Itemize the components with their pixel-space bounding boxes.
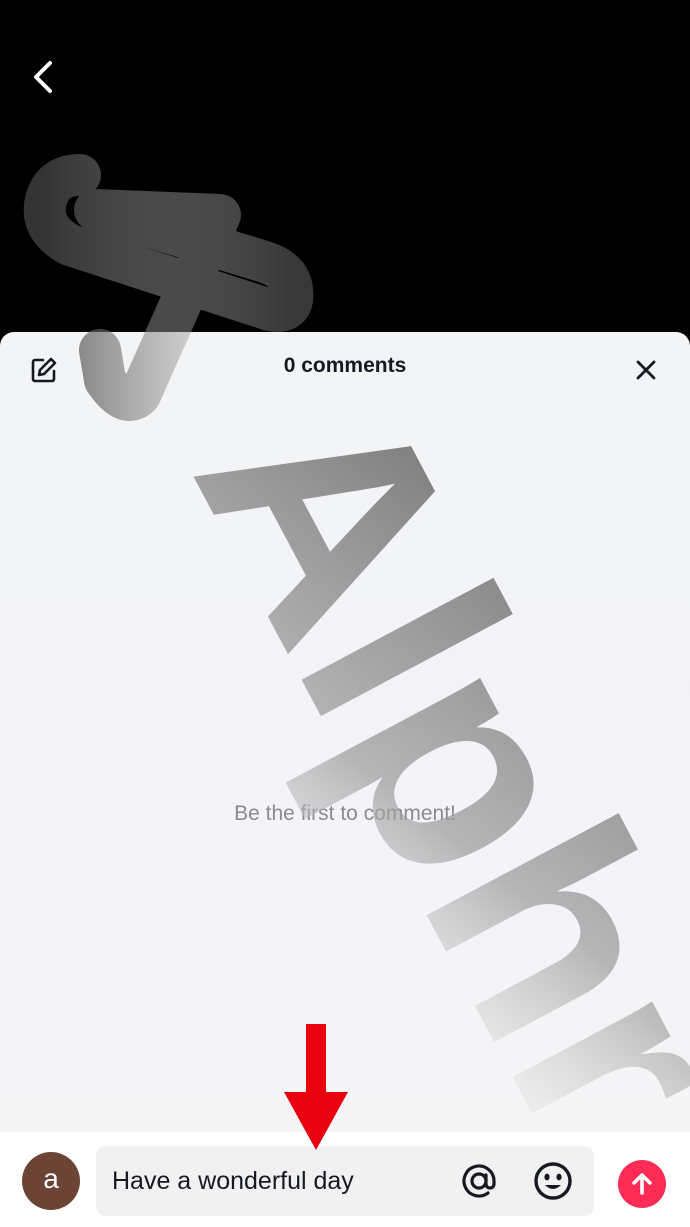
empty-comments-message: Be the first to comment! bbox=[234, 802, 456, 825]
avatar[interactable]: a bbox=[22, 1152, 80, 1210]
close-button[interactable] bbox=[626, 350, 666, 390]
send-button[interactable] bbox=[618, 1160, 666, 1208]
comment-input-box[interactable] bbox=[96, 1146, 594, 1216]
back-button[interactable] bbox=[18, 52, 68, 102]
video-area bbox=[0, 0, 690, 332]
emoji-button[interactable] bbox=[532, 1160, 574, 1202]
comments-count-title: 0 comments bbox=[283, 354, 407, 377]
red-arrow-annotation bbox=[284, 1024, 348, 1150]
mention-button[interactable] bbox=[458, 1160, 500, 1202]
close-icon bbox=[636, 360, 656, 380]
comment-input[interactable] bbox=[112, 1146, 442, 1216]
sheet-header: 0 comments bbox=[0, 332, 690, 404]
chevron-left-icon bbox=[34, 61, 52, 93]
at-icon bbox=[462, 1164, 496, 1198]
emoji-icon bbox=[534, 1162, 572, 1200]
send-arrow-icon bbox=[632, 1173, 652, 1195]
